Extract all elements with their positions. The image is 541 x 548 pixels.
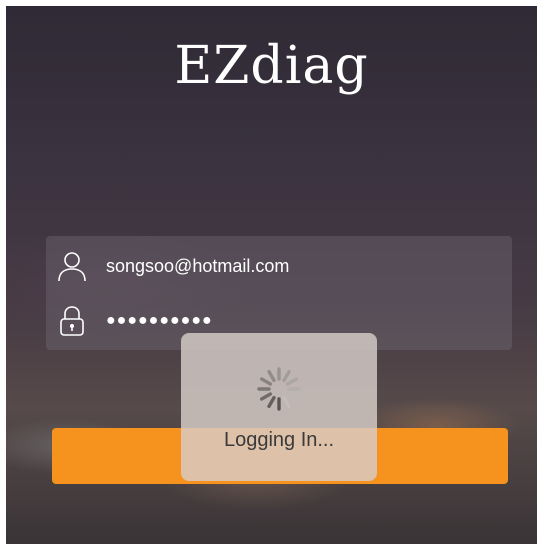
login-screen: EZdiag songsoo@hotmail.com ●●●●●●●●●● Lo…: [6, 6, 537, 544]
lock-icon: [56, 305, 88, 337]
hud-status-text: Logging In...: [223, 429, 335, 451]
progress-hud: Logging In...: [181, 333, 377, 481]
password-field[interactable]: ●●●●●●●●●●: [106, 312, 213, 330]
spinner-icon: [253, 363, 305, 415]
username-row[interactable]: songsoo@hotmail.com: [46, 241, 512, 291]
user-icon: [56, 250, 88, 282]
username-field[interactable]: songsoo@hotmail.com: [106, 256, 289, 277]
app-logo: EZdiag: [174, 36, 369, 96]
